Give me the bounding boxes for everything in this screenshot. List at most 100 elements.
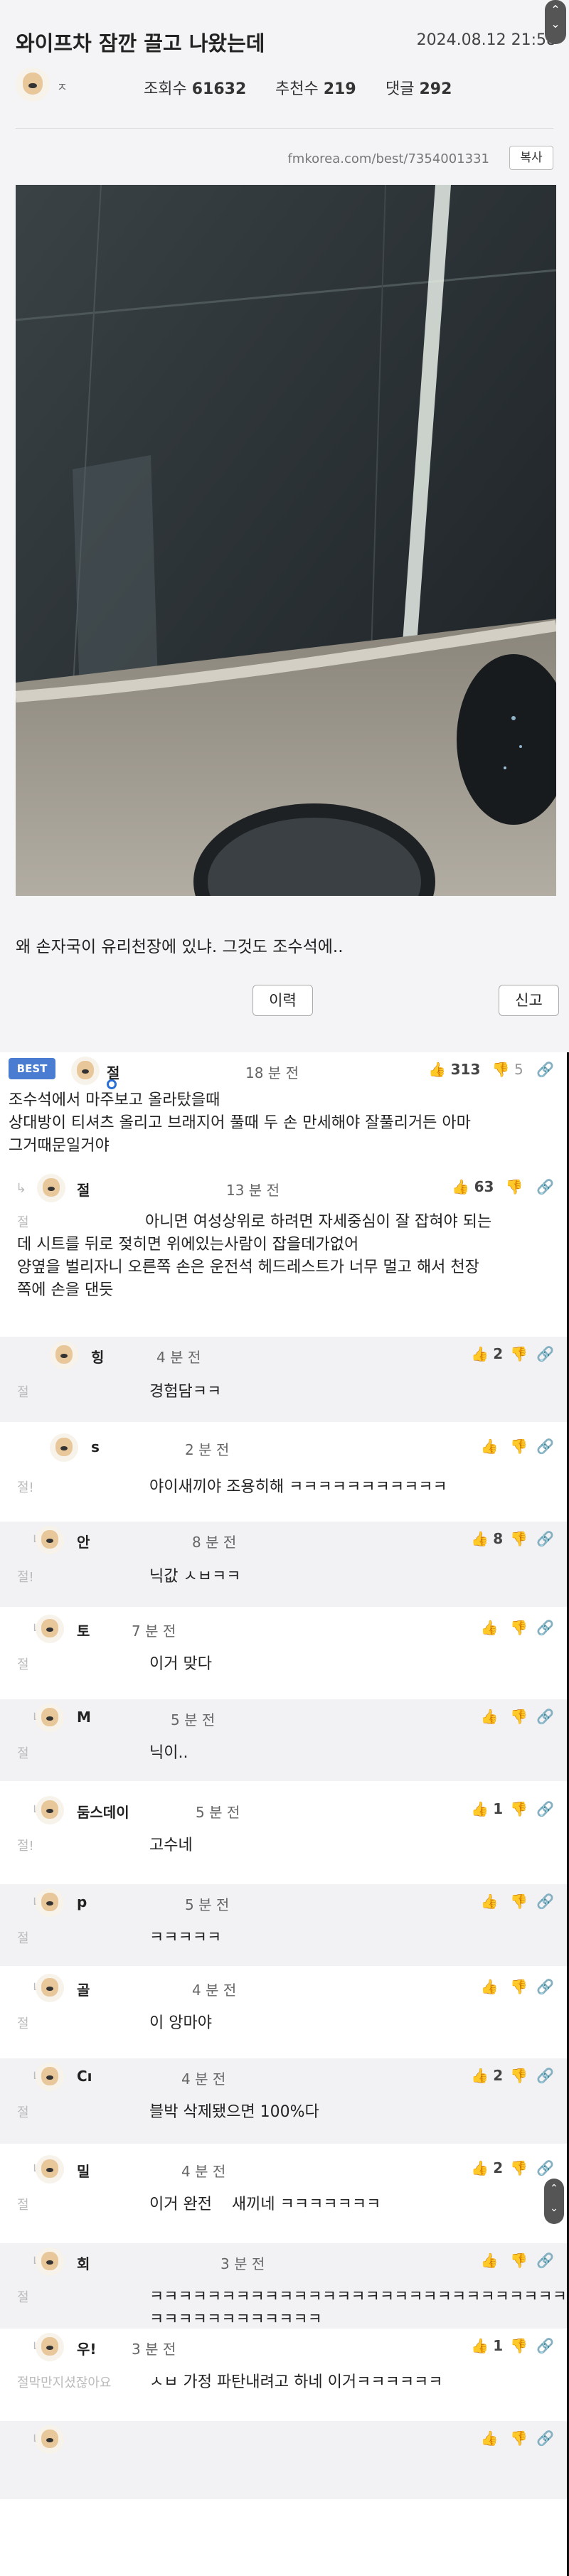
scroll-toggle-icon[interactable]: ⌃ ⌄ (545, 0, 566, 44)
link-icon[interactable]: 🔗 (536, 1345, 554, 1362)
history-button[interactable]: 이력 (252, 985, 313, 1016)
commenter-name[interactable]: M (77, 1709, 91, 1726)
comment-time: 4 분 전 (181, 2070, 226, 2088)
thumbs-up-icon[interactable]: 👍 (481, 1619, 499, 1636)
link-icon[interactable]: 🔗 (536, 1619, 554, 1636)
commenter-avatar[interactable] (36, 1888, 64, 1917)
post-url[interactable]: fmkorea.com/best/7354001331 (287, 151, 489, 166)
link-icon[interactable]: 🔗 (536, 2067, 554, 2084)
commenter-avatar[interactable] (36, 2248, 64, 2276)
commenter-name[interactable]: 절 (77, 1179, 90, 1199)
comment-actions: 👍 1 👎 🔗 (471, 2337, 554, 2354)
thumbs-up-icon[interactable]: 👍 (471, 2159, 489, 2176)
commenter-avatar[interactable] (50, 1341, 78, 1369)
thumbs-down-icon[interactable]: 👎 (510, 1438, 528, 1455)
commenter-name[interactable]: 토 (77, 1620, 90, 1640)
mention-label: 절! (17, 1570, 34, 1585)
link-icon[interactable]: 🔗 (536, 1893, 554, 1910)
comment-actions: 👍 63 👎 🔗 (452, 1178, 554, 1195)
author-name[interactable]: ㅈ (57, 78, 68, 95)
thumbs-down-icon[interactable]: 👎 (510, 1619, 528, 1636)
thumbs-down-icon[interactable]: 👎 (510, 2067, 528, 2084)
post-date: 2024.08.12 21:58 (416, 31, 556, 49)
commenter-name[interactable]: s (91, 1438, 100, 1455)
upvote-count: 8 (493, 1530, 504, 1547)
commenter-name[interactable]: 안 (77, 1531, 90, 1551)
thumbs-down-icon[interactable]: 👎 (510, 1800, 528, 1817)
thumbs-down-icon[interactable]: 👎 (510, 1345, 528, 1362)
link-icon[interactable]: 🔗 (536, 1800, 554, 1817)
commenter-avatar[interactable] (36, 2333, 64, 2361)
best-badge: BEST (9, 1058, 55, 1079)
commenter-name[interactable]: 회 (77, 2252, 90, 2273)
thumbs-up-icon[interactable]: 👍 (481, 1893, 499, 1910)
thumbs-up-icon[interactable]: 👍 (481, 1708, 499, 1725)
link-icon[interactable]: 🔗 (536, 2252, 554, 2269)
thumbs-down-icon[interactable]: 👎 (510, 1978, 528, 1995)
commenter-name[interactable]: 골 (77, 1979, 90, 1999)
link-icon[interactable]: 🔗 (536, 1530, 554, 1547)
thumbs-down-icon[interactable]: 👎 (506, 1178, 523, 1195)
comment-reply: ↳밀4 분 전👍 2👎🔗절이거 완전 새끼네 ㅋㅋㅋㅋㅋㅋㅋ (0, 2151, 567, 2236)
commenter-avatar[interactable] (36, 1615, 64, 1643)
commenter-avatar[interactable] (36, 2155, 64, 2184)
thumbs-up-icon[interactable]: 👍 (471, 1345, 489, 1362)
copy-url-button[interactable]: 복사 (509, 146, 553, 170)
thumbs-down-icon[interactable]: 👎 (510, 2252, 528, 2269)
link-icon[interactable]: 🔗 (536, 2337, 554, 2354)
commenter-name[interactable]: 밀 (77, 2160, 90, 2181)
commenter-avatar[interactable] (36, 1796, 64, 1824)
commenter-avatar[interactable] (36, 2425, 64, 2454)
commenter-name[interactable]: 둠스데이 (77, 1801, 129, 1822)
post-body: 왜 손자국이 유리천장에 있냐. 그것도 조수석에.. (16, 938, 344, 956)
comment-actions: 👍 👎 🔗 (481, 1438, 554, 1455)
thumbs-up-icon[interactable]: 👍 (481, 2430, 499, 2447)
commenter-avatar[interactable] (36, 1526, 64, 1554)
comment-actions: 👍 313 👎 5 🔗 (428, 1061, 554, 1078)
thumbs-up-icon[interactable]: 👍 (481, 1978, 499, 1995)
thumbs-up-icon[interactable]: 👍 (471, 1800, 489, 1817)
commenter-avatar[interactable] (71, 1057, 100, 1085)
commenter-name[interactable]: 우! (77, 2338, 97, 2358)
thumbs-down-icon[interactable]: 👎 (510, 1893, 528, 1910)
commenter-avatar[interactable] (36, 2063, 64, 2091)
comment-best: BEST 절 18 분 전 👍 313 👎 5 🔗 조수석에서 마주보고 올라탔… (0, 1052, 567, 1155)
author-avatar[interactable] (16, 68, 50, 102)
commenter-name[interactable]: Cı (77, 2068, 92, 2085)
thumbs-down-icon[interactable]: 👎 (510, 1530, 528, 1547)
thumbs-up-icon[interactable]: 👍 (471, 1530, 489, 1547)
commenter-avatar[interactable] (50, 1433, 78, 1462)
upvote-count: 2 (493, 1345, 504, 1362)
recommends-count: 219 (323, 80, 356, 98)
commenter-name[interactable]: 절 (107, 1062, 119, 1082)
comment-reply: ↳안8 분 전👍 8👎🔗절!닉값 ㅅㅂㅋㅋ (0, 1522, 567, 1607)
commenter-name[interactable]: p (77, 1893, 87, 1910)
thumbs-up-icon[interactable]: 👍 (481, 1438, 499, 1455)
thumbs-down-icon[interactable]: 👎 (492, 1061, 510, 1078)
commenter-name[interactable]: 힝 (91, 1346, 104, 1367)
thumbs-down-icon[interactable]: 👎 (510, 2430, 528, 2447)
scroll-toggle-icon[interactable]: ⌃ ⌄ (544, 2179, 564, 2224)
report-button[interactable]: 신고 (499, 985, 559, 1016)
link-icon[interactable]: 🔗 (536, 1978, 554, 1995)
thumbs-up-icon[interactable]: 👍 (452, 1178, 469, 1195)
link-icon[interactable]: 🔗 (536, 1708, 554, 1725)
thumbs-up-icon[interactable]: 👍 (471, 2067, 489, 2084)
link-icon[interactable]: 🔗 (536, 2159, 554, 2176)
link-icon[interactable]: 🔗 (536, 2430, 554, 2447)
link-icon[interactable]: 🔗 (536, 1178, 554, 1195)
link-icon[interactable]: 🔗 (536, 1061, 554, 1078)
thumbs-down-icon[interactable]: 👎 (510, 1708, 528, 1725)
thumbs-down-icon[interactable]: 👎 (510, 2159, 528, 2176)
thumbs-up-icon[interactable]: 👍 (481, 2252, 499, 2269)
comment-time: 5 분 전 (196, 1804, 240, 1821)
comment-time: 2 분 전 (185, 1441, 230, 1458)
link-icon[interactable]: 🔗 (536, 1438, 554, 1455)
commenter-avatar[interactable] (36, 1704, 64, 1732)
thumbs-down-icon[interactable]: 👎 (510, 2337, 528, 2354)
comment-time: 5 분 전 (171, 1711, 216, 1728)
commenter-avatar[interactable] (36, 1974, 64, 2002)
thumbs-up-icon[interactable]: 👍 (471, 2337, 489, 2354)
thumbs-up-icon[interactable]: 👍 (428, 1061, 446, 1078)
commenter-avatar[interactable] (37, 1174, 65, 1202)
